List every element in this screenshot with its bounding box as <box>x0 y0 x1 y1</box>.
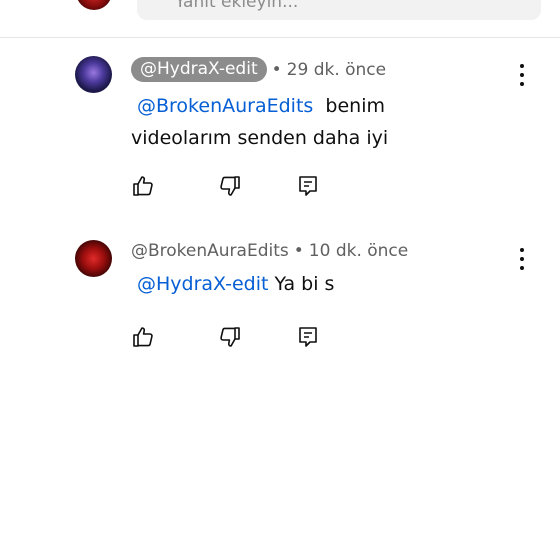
reply-input[interactable]: Yanıt ekleyin... <box>137 0 541 20</box>
mention-link[interactable]: @HydraX-edit <box>131 273 268 295</box>
avatar[interactable] <box>75 240 112 277</box>
reply-input-placeholder: Yanıt ekleyin... <box>175 0 299 12</box>
comment-time: 29 dk. önce <box>286 59 387 80</box>
comment-meta: @BrokenAuraEdits • 10 dk. önce <box>131 241 408 261</box>
reply-button[interactable] <box>296 325 320 349</box>
dislike-button[interactable] <box>218 325 242 349</box>
comment-text: @HydraX-edit Ya bi s <box>131 268 491 300</box>
meta-separator: • <box>293 241 304 261</box>
more-vertical-icon[interactable] <box>512 64 532 86</box>
thumbs-down-icon <box>220 327 240 347</box>
like-button[interactable] <box>131 325 155 349</box>
comment-meta: @HydraX-edit • 29 dk. önce <box>131 57 386 82</box>
author-name[interactable]: @BrokenAuraEdits <box>131 241 289 261</box>
avatar[interactable] <box>75 56 112 93</box>
comment-time: 10 dk. önce <box>308 241 409 261</box>
comment-actions <box>131 174 331 200</box>
mention-link[interactable]: @BrokenAuraEdits <box>131 95 313 117</box>
comment-text: @BrokenAuraEdits benim videolarım senden… <box>131 90 491 154</box>
author-chip[interactable]: @HydraX-edit <box>131 57 267 82</box>
comment-actions <box>131 325 331 351</box>
comment-thread: Yanıt ekleyin... @HydraX-edit • 29 dk. ö… <box>0 0 560 560</box>
divider <box>0 37 560 38</box>
more-vertical-icon[interactable] <box>512 248 532 270</box>
thumbs-up-icon <box>133 176 153 196</box>
reply-button[interactable] <box>296 174 320 198</box>
meta-separator: • <box>271 59 282 80</box>
thumbs-down-icon <box>220 176 240 196</box>
thumbs-up-icon <box>133 327 153 347</box>
reply-icon <box>299 176 317 196</box>
current-user-avatar <box>76 0 112 10</box>
comment-body: Ya bi s <box>274 273 335 295</box>
reply-icon <box>299 327 317 347</box>
dislike-button[interactable] <box>218 174 242 198</box>
like-button[interactable] <box>131 174 155 198</box>
